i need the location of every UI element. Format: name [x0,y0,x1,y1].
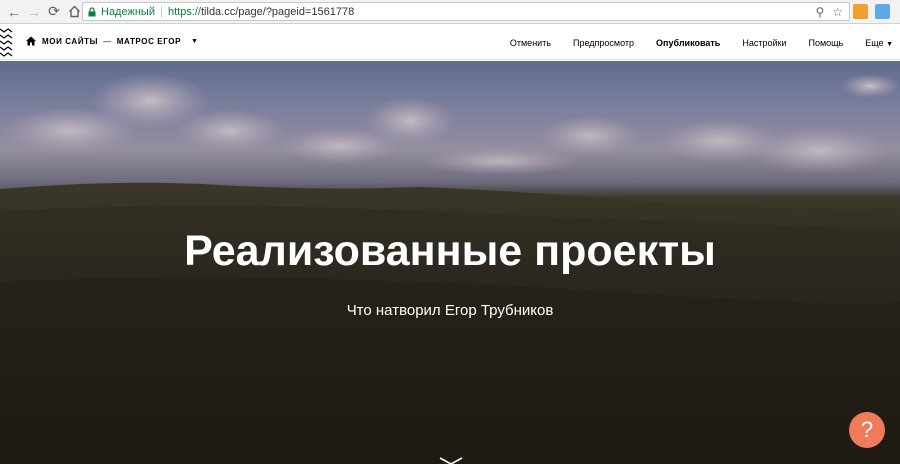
breadcrumb-my-sites[interactable]: МОИ САЙТЫ [42,37,98,46]
url-scheme: https:// [167,5,201,18]
settings-button[interactable]: Настройки [742,38,786,48]
breadcrumb-project[interactable]: МАТРОС ЕГОР [117,37,181,46]
help-button[interactable]: ? [849,412,885,448]
extension-icon-2[interactable] [875,4,890,19]
browser-toolbar: ← → ⟳ Надежный https:// tilda.cc/page/?p… [0,0,900,24]
more-menu[interactable]: Еще ▼ [865,38,893,48]
cancel-button[interactable]: Отменить [510,38,551,48]
help-link[interactable]: Помощь [808,38,843,48]
zoom-icon[interactable]: ⚲ [815,5,824,19]
extension-icon[interactable] [853,4,868,19]
more-label: Еще [865,37,884,48]
secure-label: Надежный [101,5,155,18]
editor-menu: Отменить Предпросмотр Опубликовать Настр… [510,25,900,60]
address-bar[interactable]: Надежный https:// tilda.cc/page/?pageid=… [82,2,850,21]
home-icon[interactable] [26,36,36,46]
publish-button[interactable]: Опубликовать [656,38,720,48]
address-separator [160,5,162,18]
home-browser-icon[interactable] [64,2,84,22]
hero-subtitle: Что натворил Егор Трубников [346,302,554,319]
tilda-top-bar: МОИ САЙТЫ — МАТРОС ЕГОР ▼ Отменить Предп… [0,25,900,60]
preview-button[interactable]: Предпросмотр [573,38,634,48]
forward-icon[interactable]: → [24,2,44,22]
back-icon[interactable]: ← [4,2,24,22]
caret-down-icon[interactable]: ▼ [191,38,199,45]
bookmark-star-icon[interactable]: ☆ [832,5,843,19]
hero-title: Реализованные проекты [184,227,716,275]
url-text: tilda.cc/page/?pageid=1561778 [201,5,355,18]
tilda-logo-icon[interactable] [0,25,14,60]
caret-down-icon: ▼ [886,40,893,48]
reload-icon[interactable]: ⟳ [44,2,64,22]
lock-icon [88,6,96,16]
chevron-down-icon[interactable] [439,457,463,464]
hero-cover: Реализованные проекты Что натворил Егор … [0,61,900,464]
breadcrumb-separator: — [103,36,112,46]
breadcrumb: МОИ САЙТЫ — МАТРОС ЕГОР ▼ [26,36,199,46]
